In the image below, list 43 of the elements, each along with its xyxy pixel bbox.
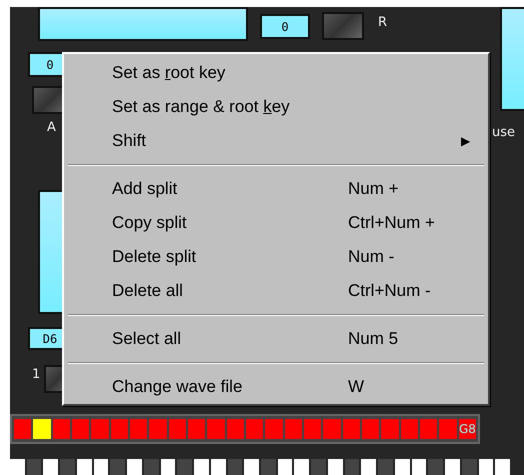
shortcut-label: Ctrl+Num - — [348, 281, 431, 301]
key-cell[interactable] — [168, 419, 186, 439]
menu-item[interactable]: Copy split Ctrl+Num + — [66, 206, 486, 240]
menu-item[interactable]: Delete all Ctrl+Num - — [66, 274, 486, 308]
key-cell[interactable] — [323, 419, 341, 439]
key-cell[interactable] — [33, 419, 51, 439]
shortcut-label: Ctrl+Num + — [348, 213, 435, 233]
key-cell[interactable] — [226, 419, 244, 439]
key-cell[interactable] — [91, 419, 109, 439]
channel-label: A — [47, 120, 57, 137]
key-cell[interactable] — [342, 419, 360, 439]
key-cell[interactable] — [400, 419, 418, 439]
shortcut-label: Num + — [348, 179, 399, 199]
key-cell[interactable] — [439, 419, 457, 439]
key-cell[interactable] — [149, 419, 167, 439]
menu-item[interactable]: Change wave file W — [66, 370, 486, 404]
key-cell[interactable] — [362, 419, 380, 439]
value-field[interactable]: 0 — [260, 14, 310, 39]
channel-label: R — [378, 15, 388, 32]
key-cell[interactable] — [207, 419, 225, 439]
menu-item[interactable]: Set as range & root key — [66, 90, 486, 124]
side-label: use — [492, 125, 516, 142]
menu-item[interactable]: Delete split Num - — [66, 240, 486, 274]
number-label: 1 — [32, 367, 42, 384]
menu-item[interactable]: Shift ▶ — [66, 124, 486, 158]
menu-item[interactable]: Add split Num + — [66, 172, 486, 206]
key-cell[interactable] — [381, 419, 399, 439]
key-cell[interactable] — [52, 419, 70, 439]
key-cell[interactable] — [72, 419, 90, 439]
key-cell[interactable] — [246, 419, 264, 439]
key-cell[interactable] — [14, 419, 32, 439]
toggle-button[interactable] — [322, 12, 364, 40]
key-cell[interactable] — [130, 419, 148, 439]
key-cell[interactable] — [304, 419, 322, 439]
shortcut-label: W — [348, 377, 364, 397]
key-cell[interactable] — [420, 419, 438, 439]
key-cell[interactable] — [188, 419, 206, 439]
shortcut-label: Num - — [348, 247, 394, 267]
submenu-arrow-icon: ▶ — [461, 134, 470, 148]
key-cell[interactable] — [265, 419, 283, 439]
shortcut-label: Num 5 — [348, 329, 398, 349]
key-cell[interactable] — [284, 419, 302, 439]
key-cell[interactable] — [110, 419, 128, 439]
